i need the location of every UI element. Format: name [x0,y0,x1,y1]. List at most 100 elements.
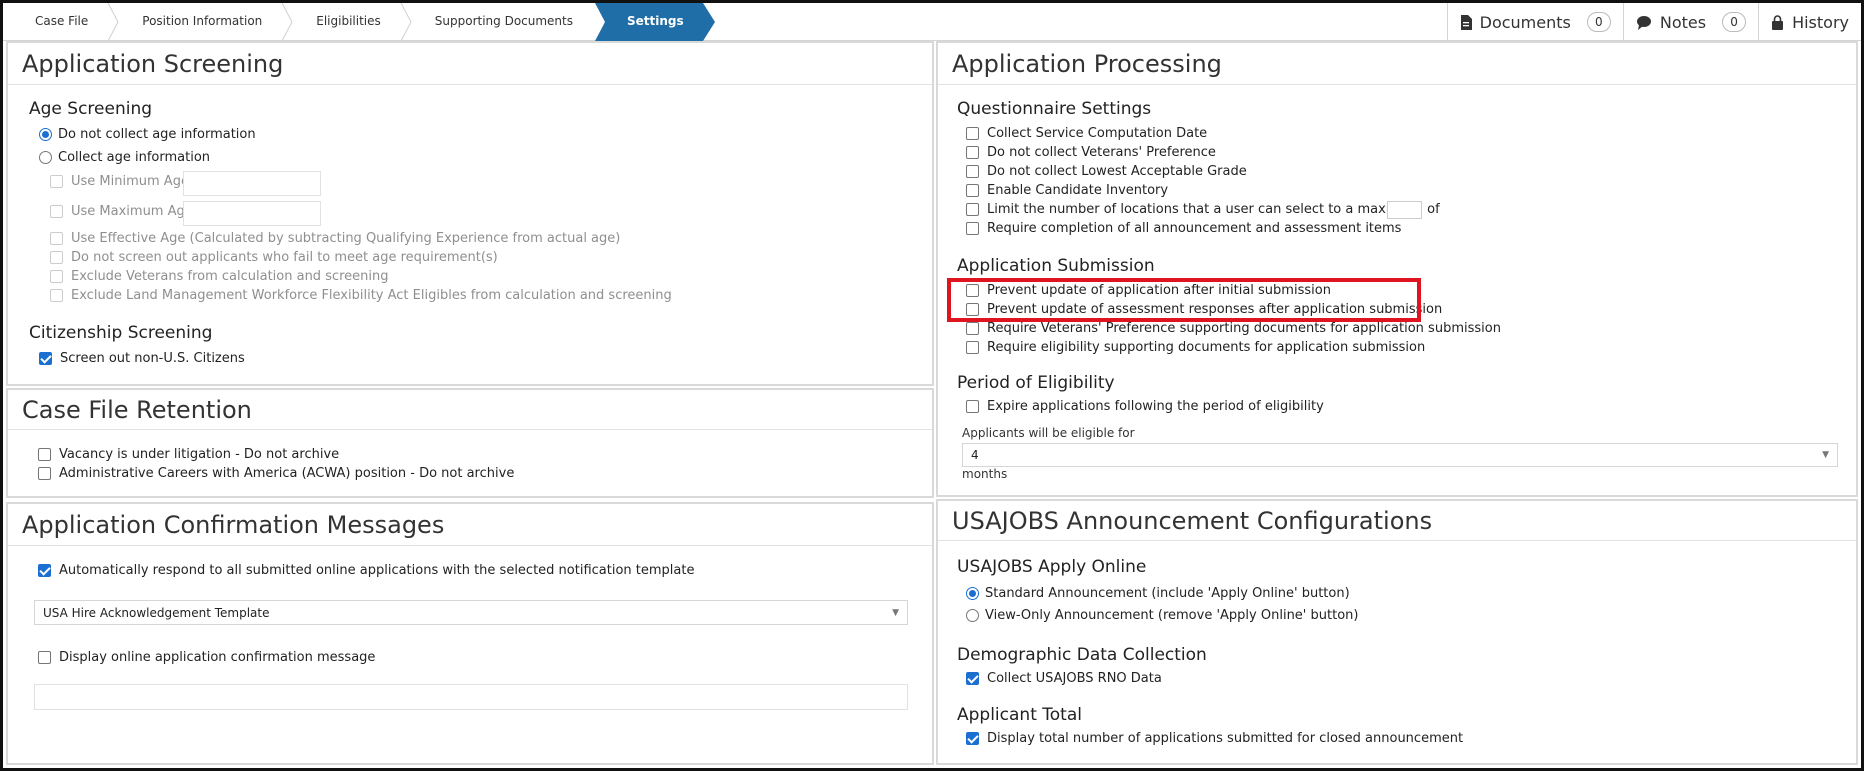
highlight-box [947,278,1421,322]
application-processing-panel: Application Processing Questionnaire Set… [936,41,1858,497]
top-right-links: Documents 0 Notes 0 History [1446,3,1861,41]
applicant-total-heading: Applicant Total [957,705,1082,725]
checkbox[interactable] [966,146,979,159]
documents-count-badge: 0 [1586,12,1611,32]
radio-unselected[interactable] [39,151,52,164]
checkbox[interactable] [38,651,51,664]
radio-do-not-collect-age[interactable]: Do not collect age information [39,127,256,142]
auto-respond-checkbox[interactable]: Automatically respond to all submitted o… [38,563,694,578]
checkbox[interactable] [50,205,63,218]
use-maximum-age-checkbox[interactable]: Use Maximum Age [50,204,193,219]
usajobs-apply-online-heading: USAJOBS Apply Online [957,557,1147,577]
radio-unselected[interactable] [966,609,979,622]
checkbox[interactable] [50,289,63,302]
maximum-age-input[interactable] [183,201,321,226]
radio-selected[interactable] [966,587,979,600]
usajobs-configurations-panel: USAJOBS Announcement Configurations USAJ… [936,499,1858,765]
lock-icon [1772,14,1784,30]
speech-bubble-icon [1636,15,1651,30]
breadcrumb-case-file[interactable]: Case File [3,3,119,41]
panel-title: Application Screening [8,43,932,85]
limit-locations-checkbox[interactable]: Limit the number of locations that a use… [966,202,1440,217]
top-navigation-bar: Case File Position Information Eligibili… [3,3,1861,41]
collect-rno-data-checkbox[interactable]: Collect USAJOBS RNO Data [966,671,1162,686]
period-of-eligibility-heading: Period of Eligibility [957,373,1115,393]
require-veterans-docs-checkbox[interactable]: Require Veterans' Preference supporting … [966,321,1501,336]
collect-service-computation-date-checkbox[interactable]: Collect Service Computation Date [966,126,1207,141]
checkbox[interactable] [966,322,979,335]
case-file-retention-panel: Case File Retention Vacancy is under lit… [6,388,934,498]
panel-title: USAJOBS Announcement Configurations [938,501,1856,541]
minimum-age-input[interactable] [183,171,321,196]
breadcrumb: Case File Position Information Eligibili… [3,3,715,41]
history-link[interactable]: History [1758,3,1861,41]
eligible-for-label: Applicants will be eligible for [962,426,1135,440]
litigation-checkbox[interactable]: Vacancy is under litigation - Do not arc… [38,447,339,462]
questionnaire-settings-heading: Questionnaire Settings [957,99,1152,119]
checkbox[interactable] [50,175,63,188]
eligibility-period-select[interactable]: 4 ▼ [962,443,1838,467]
enable-candidate-inventory-checkbox[interactable]: Enable Candidate Inventory [966,183,1168,198]
use-effective-age-checkbox[interactable]: Use Effective Age (Calculated by subtrac… [50,231,620,246]
require-eligibility-docs-checkbox[interactable]: Require eligibility supporting documents… [966,340,1425,355]
radio-collect-age[interactable]: Collect age information [39,150,210,165]
screen-out-non-us-checkbox[interactable]: Screen out non-U.S. Citizens [39,351,245,366]
dropdown-arrow-icon: ▼ [1822,450,1829,460]
citizenship-screening-heading: Citizenship Screening [29,323,213,343]
checkbox-checked[interactable] [966,732,979,745]
panel-title: Application Confirmation Messages [8,504,932,546]
demographic-data-heading: Demographic Data Collection [957,645,1207,665]
acwa-checkbox[interactable]: Administrative Careers with America (ACW… [38,466,514,481]
exclude-veterans-checkbox[interactable]: Exclude Veterans from calculation and sc… [50,269,389,284]
checkbox[interactable] [966,400,979,413]
do-not-collect-veterans-preference-checkbox[interactable]: Do not collect Veterans' Preference [966,145,1216,160]
document-icon [1460,14,1472,30]
display-total-applications-checkbox[interactable]: Display total number of applications sub… [966,731,1463,746]
do-not-collect-lowest-grade-checkbox[interactable]: Do not collect Lowest Acceptable Grade [966,164,1247,179]
chevron-separator-icon [400,3,412,41]
notification-template-select[interactable]: USA Hire Acknowledgement Template ▼ [34,600,908,625]
notes-count-badge: 0 [1722,12,1747,32]
checkbox[interactable] [38,467,51,480]
checkbox[interactable] [966,341,979,354]
breadcrumb-supporting-documents[interactable]: Supporting Documents [407,3,599,41]
notes-link[interactable]: Notes 0 [1622,3,1758,41]
require-completion-checkbox[interactable]: Require completion of all announcement a… [966,221,1401,236]
chevron-separator-icon [281,3,293,41]
radio-selected[interactable] [39,128,52,141]
checkbox[interactable] [50,232,63,245]
months-label: months [962,467,1008,481]
checkbox[interactable] [50,270,63,283]
application-submission-heading: Application Submission [957,256,1155,276]
checkbox[interactable] [38,448,51,461]
checkbox-checked[interactable] [966,672,979,685]
age-screening-heading: Age Screening [29,99,153,119]
confirmation-message-input[interactable] [34,684,908,710]
breadcrumb-settings[interactable]: Settings [595,3,715,41]
display-confirmation-checkbox[interactable]: Display online application confirmation … [38,650,375,665]
use-minimum-age-checkbox[interactable]: Use Minimum Age [50,174,189,189]
checkbox[interactable] [966,184,979,197]
checkbox[interactable] [966,203,979,216]
breadcrumb-eligibilities[interactable]: Eligibilities [288,3,412,41]
max-locations-input[interactable] [1387,201,1422,219]
panel-title: Case File Retention [8,390,932,430]
exclude-land-management-checkbox[interactable]: Exclude Land Management Workforce Flexib… [50,288,672,303]
expire-applications-checkbox[interactable]: Expire applications following the period… [966,399,1324,414]
dropdown-arrow-icon: ▼ [892,607,899,618]
documents-link[interactable]: Documents 0 [1446,3,1623,41]
radio-view-only-announcement[interactable]: View-Only Announcement (remove 'Apply On… [966,608,1358,623]
checkbox-checked[interactable] [38,564,51,577]
panel-title: Application Processing [938,43,1856,85]
breadcrumb-position-information[interactable]: Position Information [114,3,293,41]
checkbox[interactable] [50,251,63,264]
radio-standard-announcement[interactable]: Standard Announcement (include 'Apply On… [966,586,1350,601]
no-screen-out-checkbox[interactable]: Do not screen out applicants who fail to… [50,250,498,265]
checkbox-checked[interactable] [39,352,52,365]
chevron-separator-icon [107,3,119,41]
checkbox[interactable] [966,127,979,140]
checkbox[interactable] [966,165,979,178]
application-screening-panel: Application Screening Age Screening Do n… [6,41,934,386]
checkbox[interactable] [966,222,979,235]
application-confirmation-panel: Application Confirmation Messages Automa… [6,502,934,765]
